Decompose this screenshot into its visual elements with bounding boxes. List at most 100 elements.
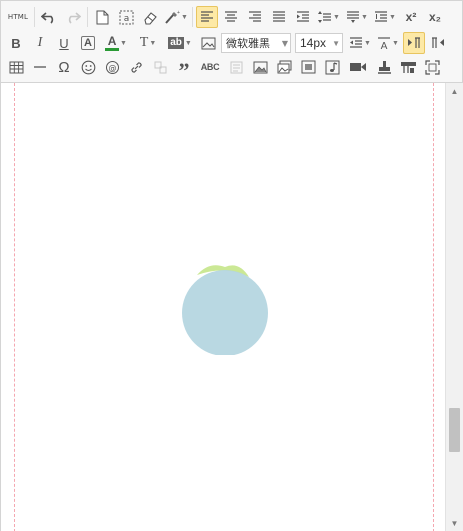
- chevron-down-icon: ▼: [364, 39, 371, 47]
- font-color-letter: A: [105, 35, 120, 51]
- scrawl-button[interactable]: [297, 56, 319, 78]
- row-spacing-top-button[interactable]: ▼: [316, 6, 342, 28]
- underline-button[interactable]: U: [53, 32, 75, 54]
- image-float-button[interactable]: [197, 32, 219, 54]
- line-height-button[interactable]: ▼: [372, 6, 398, 28]
- chevron-down-icon: ▼: [332, 38, 340, 48]
- loading-spinner: [182, 265, 268, 355]
- multi-image-button[interactable]: [273, 56, 295, 78]
- toolbar-row-1: HTML a + ▼ ▼ ▼ ▼ x² x₂: [5, 4, 448, 30]
- format-brush-button[interactable]: + ▼: [163, 6, 189, 28]
- align-right-icon: [249, 11, 261, 22]
- undo-button[interactable]: [38, 6, 60, 28]
- fullscreen-icon: [424, 59, 440, 75]
- rich-text-editor: HTML a + ▼ ▼ ▼ ▼ x² x₂ B I U A A ▼ T ▼ a…: [0, 0, 463, 531]
- outdent-list-button[interactable]: ▼: [347, 32, 373, 54]
- insert-video-button[interactable]: [345, 56, 371, 78]
- horizontal-rule-button[interactable]: [29, 56, 51, 78]
- font-size-adjust-button[interactable]: A ▼: [375, 32, 401, 54]
- special-chars-button[interactable]: Ω: [53, 56, 75, 78]
- chevron-down-icon: ▼: [184, 39, 192, 47]
- superscript-button[interactable]: x²: [400, 6, 422, 28]
- paste-text-icon: a: [119, 10, 133, 24]
- attachment-button[interactable]: [373, 56, 395, 78]
- align-left-button[interactable]: [196, 6, 218, 28]
- redo-icon: [68, 12, 81, 24]
- page-margin-guide-right: [433, 83, 434, 531]
- svg-text:A: A: [381, 41, 388, 50]
- chevron-down-icon: ▼: [120, 39, 127, 47]
- fullscreen-button[interactable]: [421, 56, 443, 78]
- map-icon: [400, 61, 416, 73]
- toolbar-separator: [34, 7, 35, 27]
- clear-format-button[interactable]: [139, 6, 161, 28]
- paste-text-button[interactable]: a: [115, 6, 137, 28]
- document-icon: [96, 10, 108, 24]
- toolbar-row-3: Ω @ ” ABC: [5, 54, 445, 82]
- picture-box-icon: [301, 60, 315, 74]
- insert-table-button[interactable]: [5, 56, 27, 78]
- svg-text:+: +: [177, 10, 180, 16]
- template-button[interactable]: [225, 56, 247, 78]
- toolbar-row-2: B I U A A ▼ T ▼ ab ▼ 微软雅黑 ▼ 14px ▼ ▼ A ▼: [5, 30, 451, 56]
- svg-text:a: a: [123, 14, 129, 24]
- video-icon: [350, 63, 366, 71]
- link-button[interactable]: [125, 56, 147, 78]
- row-spacing-top-icon: [318, 11, 332, 23]
- insert-image-button[interactable]: [249, 56, 271, 78]
- scroll-up-arrow-icon[interactable]: ▲: [446, 83, 463, 100]
- spellcheck-button[interactable]: ABC: [197, 56, 223, 78]
- subscript-button[interactable]: x₂: [424, 6, 446, 28]
- image-icon: [253, 61, 267, 73]
- direction-rtl-button[interactable]: [427, 32, 449, 54]
- chevron-down-icon: ▼: [389, 13, 396, 21]
- font-border-button[interactable]: A: [81, 36, 95, 50]
- unlink-button[interactable]: [149, 56, 171, 78]
- align-center-button[interactable]: [220, 6, 242, 28]
- html-source-button[interactable]: HTML: [5, 6, 31, 28]
- backcolor-button[interactable]: ab ▼: [165, 32, 195, 54]
- redo-button[interactable]: [62, 6, 84, 28]
- table-icon: [9, 61, 23, 73]
- scroll-down-arrow-icon[interactable]: ▼: [446, 515, 463, 531]
- toolbar-separator: [192, 7, 193, 27]
- indent-icon: [297, 11, 309, 22]
- editor-content-area[interactable]: [1, 83, 446, 531]
- indent-button[interactable]: [292, 6, 314, 28]
- row-spacing-bottom-button[interactable]: ▼: [344, 6, 370, 28]
- link-icon: [130, 61, 142, 73]
- text-size-icon: A: [378, 37, 391, 50]
- chevron-down-icon: ▼: [361, 13, 368, 21]
- page-margin-guide-left: [14, 83, 15, 531]
- italic-button[interactable]: I: [29, 32, 51, 54]
- paragraph-format-button[interactable]: T ▼: [133, 32, 163, 54]
- line-height-icon: [375, 11, 388, 22]
- eraser-icon: [143, 11, 157, 25]
- images-icon: [277, 60, 291, 74]
- chevron-down-icon: ▼: [181, 13, 188, 21]
- font-family-select[interactable]: 微软雅黑 ▼: [221, 33, 291, 53]
- undo-icon: [41, 12, 54, 24]
- vertical-scrollbar[interactable]: ▲ ▼: [445, 83, 463, 531]
- stamp-icon: [377, 60, 391, 74]
- blockquote-button[interactable]: ”: [173, 56, 195, 82]
- map-button[interactable]: [397, 56, 419, 78]
- font-size-select[interactable]: 14px ▼: [295, 33, 343, 53]
- chevron-down-icon: ▼: [281, 38, 288, 48]
- font-color-button[interactable]: A ▼: [101, 32, 131, 54]
- editor-toolbar: HTML a + ▼ ▼ ▼ ▼ x² x₂ B I U A A ▼ T ▼ a…: [1, 1, 462, 83]
- bold-button[interactable]: B: [5, 32, 27, 54]
- outdent-icon: [350, 37, 363, 48]
- direction-ltr-button[interactable]: [403, 32, 425, 54]
- scrollbar-thumb[interactable]: [449, 408, 460, 452]
- font-color-swatch: [105, 47, 120, 51]
- align-right-button[interactable]: [244, 6, 266, 28]
- align-justify-button[interactable]: [268, 6, 290, 28]
- music-button[interactable]: [321, 56, 343, 78]
- paragraph-rtl-icon: [432, 37, 444, 48]
- emotion-button[interactable]: [77, 56, 99, 78]
- anchor-button[interactable]: @: [101, 56, 123, 78]
- paragraph-ltr-icon: [408, 37, 420, 48]
- chevron-down-icon: ▼: [392, 39, 399, 47]
- new-document-button[interactable]: [91, 6, 113, 28]
